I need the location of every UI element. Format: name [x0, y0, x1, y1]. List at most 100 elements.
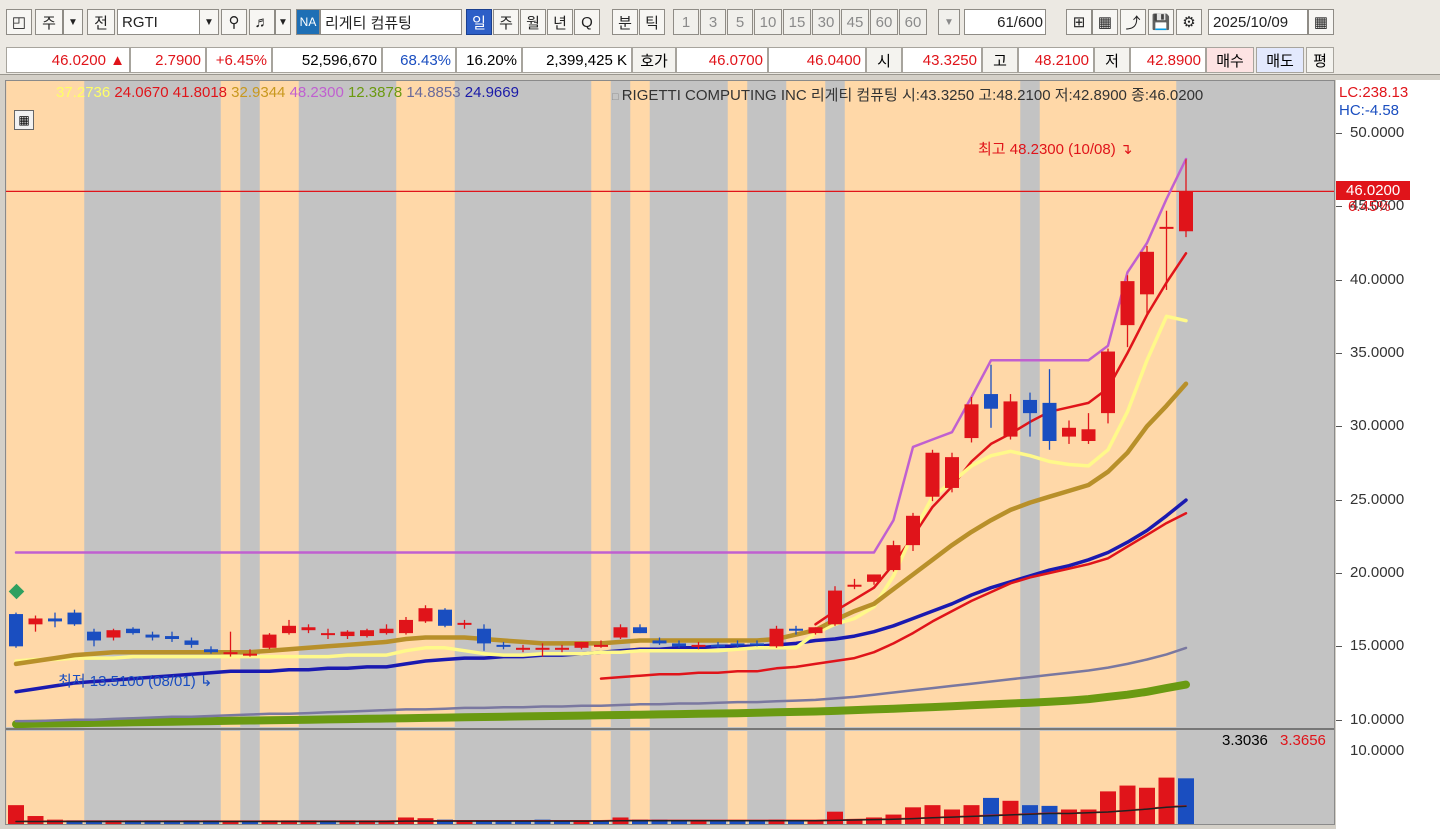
max-label-text: 최고 48.2300 (10/08)	[978, 141, 1116, 158]
minute-tab-3[interactable]: 10	[754, 9, 782, 35]
title-marker-icon: □	[612, 91, 622, 103]
y-tick-2: 20.0000	[1350, 564, 1405, 581]
band-43	[844, 81, 865, 727]
minute-tab-5[interactable]: 30	[812, 9, 840, 35]
avg-button[interactable]: 평	[1306, 47, 1334, 73]
speaker-icon[interactable]: ♬	[249, 9, 275, 35]
band-11	[220, 81, 241, 727]
period-tab-3[interactable]: 년	[547, 9, 573, 35]
chart-pane[interactable]	[5, 80, 1335, 825]
speaker-dropdown-icon[interactable]: ▼	[275, 9, 291, 35]
buy-button[interactable]: 매수	[1206, 47, 1254, 73]
minute-tab-7[interactable]: 60	[870, 9, 898, 35]
candle-body-36	[711, 644, 725, 647]
type-label: 전	[94, 14, 108, 32]
symbol-dropdown-icon[interactable]: ▼	[199, 9, 219, 35]
trend-icon[interactable]: ⤴	[1120, 9, 1146, 35]
legend-item-2: 41.8018	[172, 84, 232, 101]
minute-dropdown-icon[interactable]: ▼	[938, 9, 960, 35]
intraday-tab-1[interactable]: 틱	[639, 9, 665, 35]
compare-icon[interactable]: ⊞	[1066, 9, 1092, 35]
legend-item-0: 37.2736	[56, 84, 115, 101]
y-tick-0: 10.0000	[1350, 710, 1405, 728]
count-value: 61	[997, 13, 1014, 31]
type-button[interactable]: 전	[87, 9, 115, 35]
symbol-input[interactable]: RGTI	[117, 9, 201, 35]
period-tab-2[interactable]: 월	[520, 9, 546, 35]
band-30	[591, 81, 612, 727]
bid-value: 46.0400	[806, 51, 861, 69]
candle-body-27	[535, 647, 550, 650]
sell-button[interactable]: 매도	[1256, 47, 1304, 73]
vol-ratio-value: 68.43%	[400, 51, 451, 69]
band-33	[649, 81, 670, 727]
indicator-icon[interactable]: ▦	[1092, 9, 1118, 35]
minute-tab-4[interactable]: 15	[783, 9, 811, 35]
candle-body-1	[28, 618, 43, 625]
period-tab-0[interactable]: 일	[466, 9, 492, 35]
minute-tab-1[interactable]: 3	[700, 9, 726, 35]
market-dropdown-icon[interactable]: ▼	[63, 9, 83, 35]
count-max: /600	[1013, 13, 1043, 31]
avg-label: 평	[1313, 52, 1327, 70]
y-tick-8: 50.0000	[1350, 124, 1405, 141]
band-27	[532, 81, 553, 727]
candle-body-21	[418, 608, 433, 622]
min-arrow-icon: ↳	[199, 673, 213, 690]
y-tick-mark-1	[1336, 646, 1342, 648]
indicator-legend: 37.2736 24.0670 41.8018 32.9344 48.2300 …	[56, 84, 519, 101]
candle-body-15	[301, 627, 316, 631]
band-21	[415, 81, 436, 727]
band-23	[454, 81, 475, 727]
vol-band-18	[357, 731, 378, 824]
minute-tab-8[interactable]: 60	[899, 9, 927, 35]
stock-name-field[interactable]: 리게티 컴퓨팅	[320, 9, 462, 35]
quote-bar: 46.0200 ▲ 2.7900 +6.45% 52,596,670 68.43…	[0, 42, 1440, 75]
count-input[interactable]: 61/600	[964, 9, 1046, 35]
candle-body-4	[87, 631, 101, 641]
band-28	[552, 81, 573, 727]
volume-value-b: 3.3656	[1280, 732, 1326, 749]
chart-svg[interactable]	[6, 81, 1335, 825]
chart-title-line: □ RIGETTI COMPUTING INC 리게티 컴퓨팅 시:43.325…	[612, 84, 1203, 105]
period-tab-4[interactable]: Q	[574, 9, 600, 35]
vol-band-2	[45, 731, 66, 824]
calendar-icon[interactable]: ▦	[1308, 9, 1334, 35]
y-tick-mark-4	[1336, 426, 1342, 428]
minute-tab-2[interactable]: 5	[727, 9, 753, 35]
minute-tab-6[interactable]: 45	[841, 9, 869, 35]
vol-band-34	[669, 731, 690, 824]
y-tick-1: 15.0000	[1350, 637, 1405, 655]
vol-band-13	[259, 731, 280, 824]
candle-body-49	[964, 404, 979, 439]
vol-band-38	[747, 731, 768, 824]
band-13	[259, 81, 280, 727]
gear-icon[interactable]: ⚙	[1176, 9, 1202, 35]
change-pct-field: +6.45%	[206, 47, 272, 73]
vol-band-32	[630, 731, 651, 824]
y-tick-4: 30.0000	[1350, 417, 1405, 435]
market-select[interactable]: 주	[35, 9, 63, 35]
low-label-text: 저	[1105, 52, 1119, 70]
candle-body-24	[477, 628, 491, 644]
window-toggle-icon[interactable]: ◰	[6, 9, 32, 35]
amount-value: 2,399,425 K	[546, 51, 627, 69]
intraday-tab-0[interactable]: 분	[612, 9, 638, 35]
vol-band-14	[279, 731, 300, 824]
chart-grid-icon[interactable]: ▦	[14, 110, 34, 130]
date-input[interactable]: 2025/10/09	[1208, 9, 1308, 35]
save-icon[interactable]: 💾	[1148, 9, 1174, 35]
vol-band-5	[103, 731, 124, 824]
candle-body-25	[496, 644, 511, 647]
max-annotation: 최고 48.2300 (10/08) ↴	[978, 138, 1132, 159]
sell-label: 매도	[1266, 52, 1294, 70]
na-badge[interactable]: NA	[296, 9, 320, 35]
vol-band-19	[376, 731, 397, 824]
volume-tick-0: 10.0000	[1350, 741, 1405, 759]
vol-band-23	[454, 731, 475, 824]
minute-tab-0[interactable]: 1	[673, 9, 699, 35]
current-pct: 6.45%	[1348, 198, 1391, 215]
search-icon[interactable]: ⚲	[221, 9, 247, 35]
vol-band-30	[591, 731, 612, 824]
period-tab-1[interactable]: 주	[493, 9, 519, 35]
